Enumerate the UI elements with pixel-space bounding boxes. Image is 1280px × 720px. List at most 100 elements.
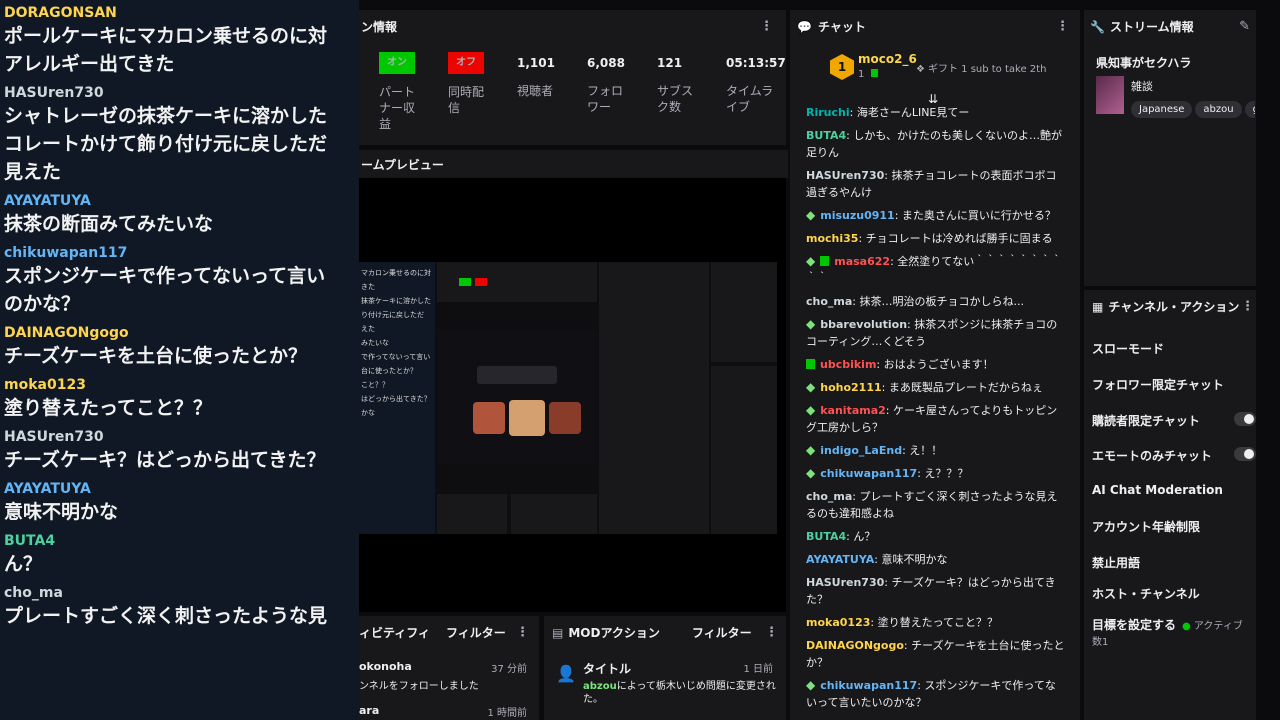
chat-username[interactable]: bbarevolution <box>820 318 907 331</box>
preview-video[interactable]: マカロン乗せるのに対 きた 抹茶ケーキに溶かした り付け元に戻しただ えた みたいな で作っ… <box>359 262 777 534</box>
chat-message[interactable]: AYAYATUYA: 意味不明かな <box>790 551 1080 568</box>
stream-tag[interactable]: abzou <box>1195 101 1242 118</box>
simulcast-off-badge: オフ <box>448 52 484 74</box>
chat-message[interactable]: ◆ misuzu0911: また奥さんに買いに行かせる？ <box>790 207 1080 224</box>
gift-info: ❖ ギフト 1 sub to take 2th <box>916 60 1046 75</box>
channel-action-item[interactable]: 購読者限定チャット <box>1092 412 1256 429</box>
activity-item[interactable]: okonoha 37 分前 ンネルをフォローしました <box>359 660 531 692</box>
mod-item[interactable]: タイトル 1 日前 abzouによって栃木いじめ問題に変更され た。 <box>583 660 779 706</box>
chat-username[interactable]: mochi35 <box>806 232 858 245</box>
channel-actions-menu-icon[interactable]: ⋮ <box>1241 299 1254 314</box>
category-thumbnail[interactable] <box>1096 76 1124 114</box>
chat-username[interactable]: BUTA4 <box>806 129 846 142</box>
moderator-diamond-icon: ◆ <box>806 466 816 480</box>
chat-menu-icon[interactable]: ⋮ <box>1056 19 1069 34</box>
chat-message[interactable]: ◆ bbarevolution: 抹茶スポンジに抹茶チョコのコーティング…くどそう <box>790 316 1080 350</box>
overlay-username: BUTA4 <box>4 533 56 549</box>
channel-actions-header: ▦ チャンネル・アクション ⋮ <box>1092 298 1254 315</box>
toggle-switch[interactable] <box>1234 412 1256 426</box>
chat-username[interactable]: masa622 <box>834 255 890 268</box>
chat-username[interactable]: kanitama2 <box>820 404 886 417</box>
chat-message[interactable]: ◆ masa622: 全然塗りてない｀｀｀｀｀｀｀｀｀｀ <box>790 253 1080 287</box>
moderator-diamond-icon: ◆ <box>806 678 816 692</box>
stream-tag[interactable]: g <box>1244 101 1255 118</box>
activity-filter-button[interactable]: フィルター <box>446 624 506 641</box>
status-dot-icon: ● <box>1182 621 1194 632</box>
chat-username[interactable]: Riruchi <box>806 106 850 119</box>
channel-action-label: スローモード <box>1092 342 1165 356</box>
chat-message[interactable]: ◆ kanitama2: ケーキ屋さんってよりもトッピング工房かしら？ <box>790 402 1080 436</box>
chat-message[interactable]: HASUren730: チーズケーキ？はどっから出てきた？ <box>790 574 1080 608</box>
overlay-text: のかな？ <box>4 293 81 315</box>
channel-action-item[interactable]: スローモード <box>1092 340 1252 357</box>
stats-menu-icon[interactable]: ⋮ <box>760 19 773 34</box>
chat-username[interactable]: indigo_LaEnd <box>820 444 902 457</box>
channel-action-item[interactable]: ホスト・チャンネル <box>1092 585 1252 602</box>
mod-menu-icon[interactable]: ⋮ <box>765 625 778 640</box>
chat-username[interactable]: cho_ma <box>806 295 852 308</box>
channel-action-item[interactable]: エモートのみチャット <box>1092 447 1256 464</box>
leaderboard-rank-badge: 1 <box>830 54 854 80</box>
mini-channel-actions <box>711 366 777 534</box>
chat-message[interactable]: ◆ hoho2111: まあ既製品プレートだからねぇ <box>790 379 1080 396</box>
mini-overlay-text: はどっから出てきた？ <box>361 395 431 403</box>
simulcast-stat: オフ 同時配 信 <box>448 52 484 116</box>
chat-username[interactable]: AYAYATUYA <box>806 553 874 566</box>
channel-action-item[interactable]: AI Chat Moderation <box>1092 483 1252 497</box>
mini-activity <box>437 494 507 534</box>
chat-username[interactable]: misuzu0911 <box>820 209 894 222</box>
chat-message[interactable]: moka0123: 塗り替えたってこと？？ <box>790 614 1080 631</box>
overlay-text: 抹茶の断面みてみたいな <box>4 213 214 235</box>
mod-filter-button[interactable]: フィルター <box>692 624 752 641</box>
activity-menu-icon[interactable]: ⋮ <box>516 625 529 640</box>
activity-item-time: 1 時間前 <box>487 708 527 719</box>
chat-message[interactable]: BUTA4: ん？ <box>790 528 1080 545</box>
channel-actions-title: チャンネル・アクション <box>1108 300 1240 314</box>
channel-action-item[interactable]: フォロワー限定チャット <box>1092 376 1252 393</box>
chat-message[interactable]: cho_ma: プレートすごく深く刺さったような見えるのも違和感よね <box>790 488 1080 522</box>
chat-username[interactable]: ubcbikim <box>820 358 876 371</box>
overlay-message: HASUren730 チーズケーキ？はどっから出てきた？ <box>4 428 359 474</box>
chat-username[interactable]: chikuwapan117 <box>820 467 917 480</box>
chat-message[interactable]: Riruchi: 海老さーんLINE見てー <box>790 104 1080 121</box>
chat-message[interactable]: ubcbikim: おはようございます！ <box>790 356 1080 373</box>
edit-pencil-icon[interactable]: ✎ <box>1239 19 1250 34</box>
uptime-stat: 05:13:57 タイムラ イブ <box>726 55 786 115</box>
channel-action-item[interactable]: 禁止用語 <box>1092 554 1252 571</box>
chat-message[interactable]: ◆ chikuwapan117: え？？？ <box>790 465 1080 482</box>
partner-on-badge: オン <box>379 52 415 74</box>
mod-item-desc-2: た。 <box>583 694 603 705</box>
stream-tag[interactable]: Japanese <box>1131 101 1193 118</box>
chat-message-list[interactable]: Riruchi: 海老さーんLINE見てー BUTA4: しかも、かけたのも美しく… <box>790 104 1080 720</box>
channel-action-item[interactable]: アカウント年齢制限 <box>1092 518 1252 535</box>
chat-message[interactable]: HASUren730: 抹茶チョコレートの表面ボコボコ過ぎるやんけ <box>790 167 1080 201</box>
mod-item-title: タイトル <box>583 662 632 676</box>
chat-message[interactable]: BUTA4: しかも、かけたのも美しくないのよ…艶が足りん <box>790 127 1080 161</box>
chat-username[interactable]: hoho2111 <box>820 381 881 394</box>
partner-label-1: パート <box>379 85 416 99</box>
channel-action-item[interactable]: 目標を設定する ● アクティブ数1 <box>1092 616 1252 648</box>
mini-overlay-text: かな <box>361 409 375 417</box>
chat-message[interactable]: ◆ indigo_LaEnd: え！！ <box>790 442 1080 459</box>
toggle-switch[interactable] <box>1234 447 1256 461</box>
overlay-username: AYAYATUYA <box>4 193 91 209</box>
chat-message[interactable]: ◆ chikuwapan117: スポンジケーキで作ってないって言いたいのかな？ <box>790 677 1080 711</box>
chat-username[interactable]: DAINAGONgogo <box>806 639 904 652</box>
chat-message[interactable]: cho_ma: 抹茶…明治の板チョコかしらね... <box>790 293 1080 310</box>
moderator-diamond-icon: ◆ <box>806 443 816 457</box>
mod-item-text: abzouによって栃木いじめ問題に変更され た。 <box>583 680 779 706</box>
chat-username[interactable]: HASUren730 <box>806 576 884 589</box>
chat-username[interactable]: moka0123 <box>806 616 870 629</box>
mini-overlay-text: えた <box>361 325 375 333</box>
sub-badge-icon <box>870 69 878 77</box>
chat-username[interactable]: HASUren730 <box>806 169 884 182</box>
stream-category[interactable]: 雑談 <box>1131 78 1153 94</box>
chat-username[interactable]: cho_ma <box>806 490 852 503</box>
chat-message[interactable]: DAINAGONgogo: チーズケーキを土台に使ったとか？ <box>790 637 1080 671</box>
chat-message[interactable]: mochi35: チョコレートは冷めれば勝手に固まる <box>790 230 1080 247</box>
activity-item[interactable]: ara 1 時間前 <box>359 704 531 719</box>
gift-leader-name[interactable]: moco2_6 <box>858 52 917 66</box>
chat-username[interactable]: chikuwapan117 <box>820 679 917 692</box>
chat-username[interactable]: BUTA4 <box>806 530 846 543</box>
followers-label-1: フォロ <box>587 84 624 98</box>
